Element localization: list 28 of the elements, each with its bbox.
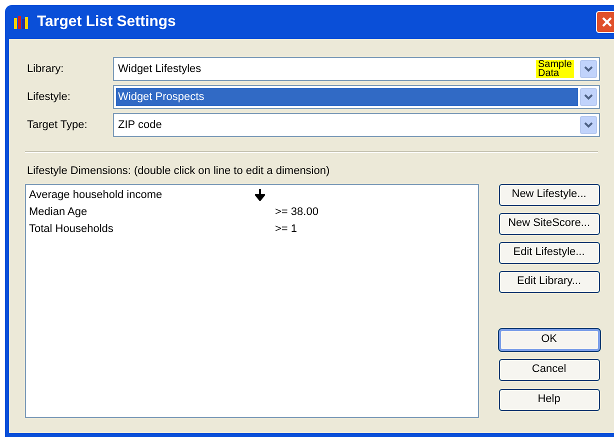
chevron-down-icon[interactable] bbox=[580, 88, 597, 106]
dropdown-field[interactable]: Widget Lifestyles Sample Data bbox=[113, 57, 600, 81]
dialog-button[interactable]: Help bbox=[498, 388, 600, 410]
dialog-button[interactable]: OK bbox=[498, 328, 600, 350]
chevron-down-icon[interactable] bbox=[580, 116, 597, 134]
field-label: Lifestyle: bbox=[27, 90, 72, 105]
dimension-name: Average household income bbox=[29, 188, 164, 203]
field-label: Library: bbox=[27, 62, 65, 77]
dimensions-list[interactable]: Average household income Median Age >= 38.00 Total Households >= 1 bbox=[25, 184, 479, 418]
dialog-button[interactable]: Edit Library... bbox=[498, 270, 600, 292]
bar-chart-icon bbox=[13, 14, 29, 30]
sample-data-badge: Sample Data bbox=[536, 60, 574, 78]
close-button[interactable] bbox=[596, 11, 614, 33]
dimension-value: >= 38.00 bbox=[275, 204, 318, 220]
window-title: Target List Settings bbox=[37, 12, 177, 32]
dimension-value: >= 1 bbox=[275, 222, 298, 237]
dimension-name: Median Age bbox=[29, 204, 88, 220]
dialog-button[interactable]: Edit Lifestyle... bbox=[498, 242, 600, 264]
dropdown-field[interactable]: Widget Prospects bbox=[113, 85, 600, 109]
dropdown-field[interactable]: ZIP code bbox=[113, 113, 600, 137]
dialog-button[interactable]: Cancel bbox=[498, 358, 600, 380]
chevron-down-icon[interactable] bbox=[580, 60, 597, 78]
dialog-button[interactable]: New Lifestyle... bbox=[498, 184, 600, 206]
list-caption: Lifestyle Dimensions: (double click on line to edit a dimension) bbox=[27, 164, 331, 179]
close-icon bbox=[601, 16, 613, 28]
field-label: Target Type: bbox=[27, 118, 88, 133]
dialog-button[interactable]: New SiteScore... bbox=[498, 212, 600, 234]
dimension-name: Total Households bbox=[29, 222, 114, 237]
